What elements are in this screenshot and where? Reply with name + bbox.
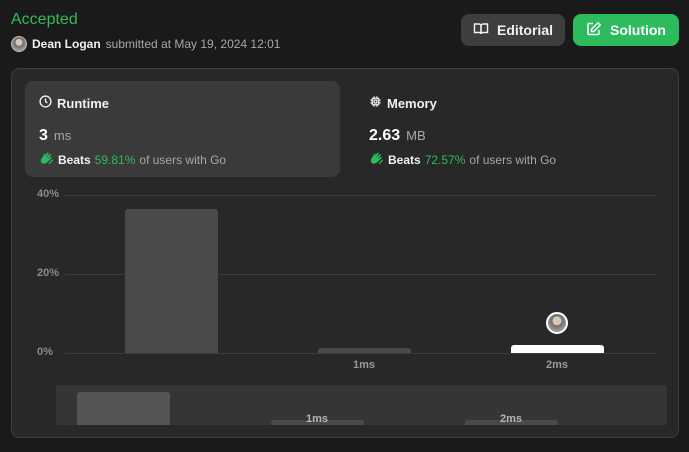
memory-beats-percent: 72.57% xyxy=(424,152,466,167)
y-tick-label: 40% xyxy=(37,188,60,200)
user-name[interactable]: Dean Logan xyxy=(32,37,101,51)
navigator-bar xyxy=(76,392,170,425)
runtime-beats-label: Beats xyxy=(58,152,91,167)
memory-title: Memory xyxy=(387,95,437,111)
y-tick-label: 0% xyxy=(37,346,53,358)
gridline xyxy=(65,195,657,196)
y-tick-label: 20% xyxy=(37,267,60,279)
runtime-value-row: 3 ms xyxy=(39,127,326,145)
results-panel: Runtime 3 ms Beats 59.81% of users with … xyxy=(11,68,679,438)
runtime-unit: ms xyxy=(53,128,72,143)
clap-icon xyxy=(369,151,384,168)
runtime-header: Runtime xyxy=(39,95,326,111)
chart-bar[interactable] xyxy=(124,208,218,353)
memory-value: 2.63 xyxy=(369,127,401,144)
gridline xyxy=(65,353,657,354)
memory-value-row: 2.63 MB xyxy=(369,127,656,145)
runtime-value: 3 xyxy=(39,127,48,144)
user-position-avatar[interactable] xyxy=(546,311,568,334)
x-tick-label: 1ms xyxy=(352,359,376,371)
clock-icon xyxy=(39,95,52,111)
submission-status: Accepted xyxy=(11,11,78,28)
submission-info: Dean Logan submitted at May 19, 2024 12:… xyxy=(11,36,280,52)
editorial-button[interactable]: Editorial xyxy=(461,14,565,46)
memory-beats-label: Beats xyxy=(388,152,421,167)
solution-label: Solution xyxy=(610,22,666,38)
submission-time: submitted at May 19, 2024 12:01 xyxy=(105,37,281,51)
navigator-tick-label: 2ms xyxy=(499,413,523,425)
runtime-title: Runtime xyxy=(57,95,109,111)
memory-unit: MB xyxy=(406,128,426,143)
editorial-label: Editorial xyxy=(496,22,553,38)
runtime-beats-percent: 59.81% xyxy=(94,152,136,167)
runtime-beats-tail: of users with Go xyxy=(139,152,227,167)
edit-icon xyxy=(586,21,602,40)
chart-bar[interactable] xyxy=(510,344,604,353)
navigator-tick-label: 1ms xyxy=(305,413,329,425)
book-icon xyxy=(473,21,489,40)
x-tick-label: 2ms xyxy=(545,359,569,371)
memory-header: Memory xyxy=(369,95,656,111)
chart-bar[interactable] xyxy=(317,348,411,353)
chip-icon xyxy=(369,95,382,111)
memory-card[interactable]: Memory 2.63 MB Beats 72.57% of users wit… xyxy=(355,81,670,177)
user-avatar[interactable] xyxy=(11,36,27,52)
chart-range-navigator[interactable]: 1ms 2ms xyxy=(56,385,667,425)
runtime-beats: Beats 59.81% of users with Go xyxy=(39,151,326,168)
solution-button[interactable]: Solution xyxy=(573,14,679,46)
memory-beats-tail: of users with Go xyxy=(469,152,557,167)
memory-beats: Beats 72.57% of users with Go xyxy=(369,151,656,168)
runtime-distribution-chart[interactable]: 40% 20% 0% 1ms 2ms xyxy=(12,187,678,377)
runtime-card[interactable]: Runtime 3 ms Beats 59.81% of users with … xyxy=(25,81,340,177)
clap-icon xyxy=(39,151,54,168)
